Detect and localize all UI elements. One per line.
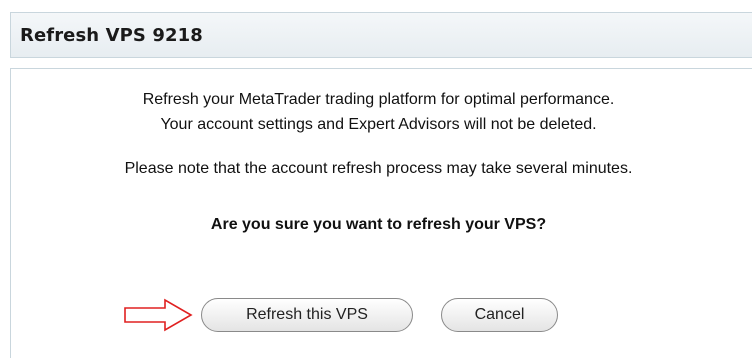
cancel-button[interactable]: Cancel: [441, 298, 558, 332]
dialog-header: Refresh VPS 9218: [10, 12, 752, 58]
dialog-title: Refresh VPS 9218: [20, 25, 203, 46]
dialog-body: Refresh your MetaTrader trading platform…: [10, 68, 752, 358]
right-arrow-outline-icon: [124, 298, 193, 332]
message-line-1: Refresh your MetaTrader trading platform…: [142, 91, 615, 108]
confirm-question: Are you sure you want to refresh your VP…: [210, 216, 547, 233]
refresh-vps-button[interactable]: Refresh this VPS: [201, 298, 413, 332]
note-text: Please note that the account refresh pro…: [124, 160, 633, 177]
message-line-2: Your account settings and Expert Advisor…: [160, 116, 597, 133]
